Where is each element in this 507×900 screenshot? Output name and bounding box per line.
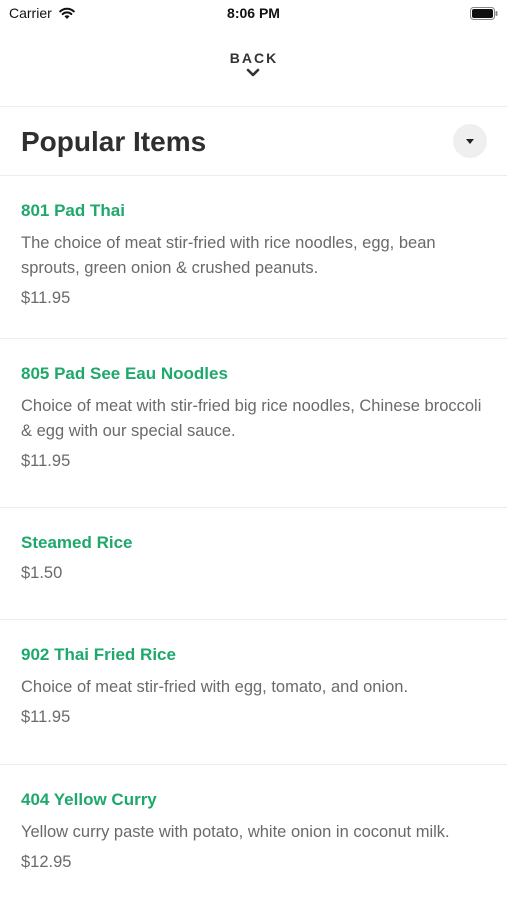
menu-item-price: $11.95 [21, 708, 71, 726]
menu-item-name: 902 Thai Fried Rice [21, 645, 176, 664]
menu-item[interactable]: 801 Pad Thai The choice of meat stir-fri… [0, 176, 507, 339]
menu-item-list: 801 Pad Thai The choice of meat stir-fri… [0, 176, 507, 900]
menu-item-name: Steamed Rice [21, 533, 133, 552]
menu-item-name: 801 Pad Thai [21, 201, 125, 220]
menu-item[interactable]: 805 Pad See Eau Noodles Choice of meat w… [0, 339, 507, 508]
back-button[interactable]: BACK [203, 50, 303, 90]
battery-icon [470, 7, 498, 20]
menu-item-name: 404 Yellow Curry [21, 790, 157, 809]
menu-item-description: The choice of meat stir-fried with rice … [21, 234, 436, 277]
menu-item-description: Choice of meat stir-fried with egg, toma… [21, 678, 409, 696]
status-bar: Carrier 8:06 PM [0, 0, 507, 28]
section-title: Popular Items [21, 126, 207, 157]
menu-item[interactable]: 404 Yellow Curry Yellow curry paste with… [0, 765, 507, 900]
menu-item[interactable]: Steamed Rice $1.50 [0, 508, 507, 620]
menu-item[interactable]: 902 Thai Fried Rice Choice of meat stir-… [0, 620, 507, 765]
section-dropdown-button[interactable] [453, 124, 487, 158]
menu-item-description: Choice of meat with stir-fried big rice … [21, 397, 482, 440]
section-header: Popular Items [0, 107, 507, 176]
menu-item-description: Yellow curry paste with potato, white on… [21, 823, 450, 841]
caret-down-icon [466, 138, 474, 144]
navigation-bar: BACK [0, 28, 507, 107]
status-time: 8:06 PM [227, 5, 280, 21]
menu-item-price: $12.95 [21, 853, 72, 871]
menu-item-price: $11.95 [21, 452, 71, 470]
back-label: BACK [229, 50, 279, 66]
chevron-down-icon [246, 68, 260, 77]
menu-item-name: 805 Pad See Eau Noodles [21, 364, 228, 383]
menu-item-price: $1.50 [21, 564, 63, 582]
menu-item-price: $11.95 [21, 289, 71, 307]
